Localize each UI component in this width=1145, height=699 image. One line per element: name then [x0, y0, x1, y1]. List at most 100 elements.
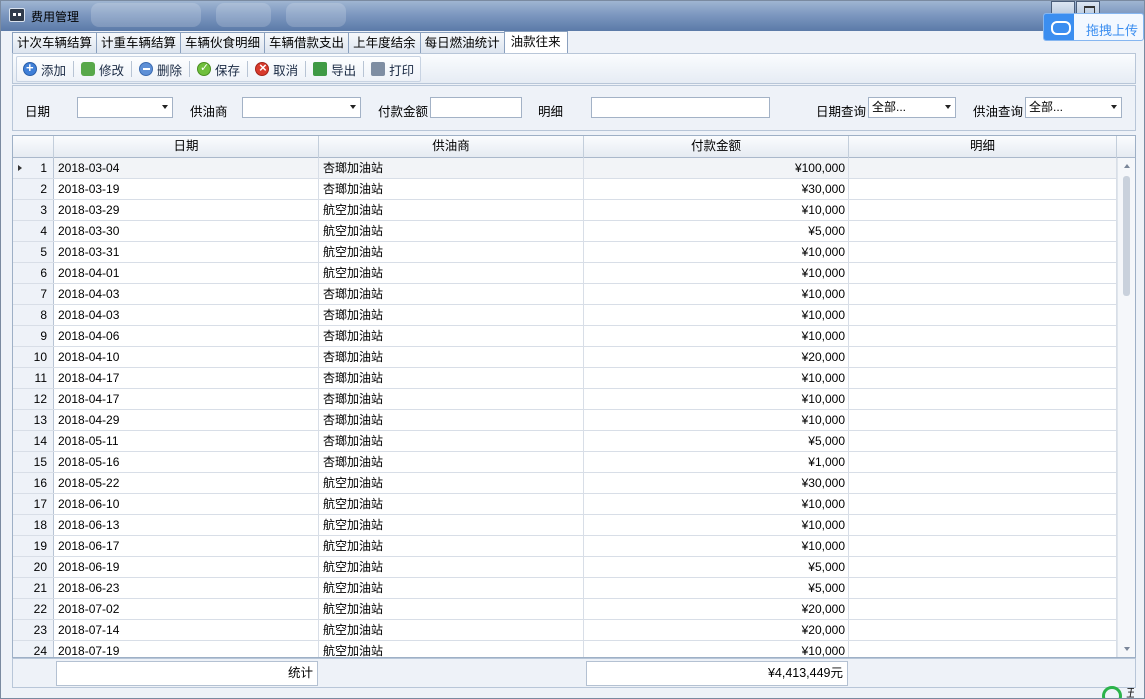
cell-date[interactable]: 2018-04-03 — [54, 305, 319, 325]
cell-date[interactable]: 2018-04-17 — [54, 389, 319, 409]
cell-supplier[interactable]: 航空加油站 — [319, 557, 584, 577]
cell-supplier[interactable]: 杏瑯加油站 — [319, 347, 584, 367]
cell-detail[interactable] — [849, 347, 1117, 367]
cell-detail[interactable] — [849, 494, 1117, 514]
tab-daily-fuel[interactable]: 每日燃油统计 — [419, 32, 505, 53]
cell-detail[interactable] — [849, 242, 1117, 262]
cell-supplier[interactable]: 航空加油站 — [319, 494, 584, 514]
table-row[interactable]: 9 2018-04-06 杏瑯加油站 ¥10,000 — [13, 326, 1117, 347]
table-row[interactable]: 6 2018-04-01 航空加油站 ¥10,000 — [13, 263, 1117, 284]
date-picker[interactable] — [77, 97, 173, 118]
table-row[interactable]: 19 2018-06-17 航空加油站 ¥10,000 — [13, 536, 1117, 557]
column-header-amount[interactable]: 付款金额 — [584, 136, 849, 158]
cell-supplier[interactable]: 杏瑯加油站 — [319, 305, 584, 325]
table-row[interactable]: 15 2018-05-16 杏瑯加油站 ¥1,000 — [13, 452, 1117, 473]
cell-date[interactable]: 2018-03-30 — [54, 221, 319, 241]
table-row[interactable]: 11 2018-04-17 杏瑯加油站 ¥10,000 — [13, 368, 1117, 389]
cell-amount[interactable]: ¥5,000 — [584, 431, 849, 451]
cell-detail[interactable] — [849, 410, 1117, 430]
table-row[interactable]: 7 2018-04-03 杏瑯加油站 ¥10,000 — [13, 284, 1117, 305]
cell-amount[interactable]: ¥10,000 — [584, 389, 849, 409]
cell-date[interactable]: 2018-06-13 — [54, 515, 319, 535]
drag-upload-button[interactable]: 拖拽上传 — [1043, 13, 1144, 41]
cell-amount[interactable]: ¥10,000 — [584, 242, 849, 262]
cell-detail[interactable] — [849, 599, 1117, 619]
cell-amount[interactable]: ¥30,000 — [584, 179, 849, 199]
supplier-select[interactable] — [242, 97, 361, 118]
cell-date[interactable]: 2018-06-10 — [54, 494, 319, 514]
cell-amount[interactable]: ¥20,000 — [584, 347, 849, 367]
cell-supplier[interactable]: 杏瑯加油站 — [319, 452, 584, 472]
table-row[interactable]: 23 2018-07-14 航空加油站 ¥20,000 — [13, 620, 1117, 641]
cell-date[interactable]: 2018-04-29 — [54, 410, 319, 430]
cell-supplier[interactable]: 航空加油站 — [319, 578, 584, 598]
cell-detail[interactable] — [849, 536, 1117, 556]
cell-amount[interactable]: ¥20,000 — [584, 620, 849, 640]
table-row[interactable]: 3 2018-03-29 航空加油站 ¥10,000 — [13, 200, 1117, 221]
cell-supplier[interactable]: 杏瑯加油站 — [319, 284, 584, 304]
cell-supplier[interactable]: 杏瑯加油站 — [319, 389, 584, 409]
cell-amount[interactable]: ¥10,000 — [584, 494, 849, 514]
cell-supplier[interactable]: 杏瑯加油站 — [319, 179, 584, 199]
cell-amount[interactable]: ¥10,000 — [584, 263, 849, 283]
scroll-up-icon[interactable] — [1124, 164, 1130, 168]
cell-supplier[interactable]: 航空加油站 — [319, 200, 584, 220]
cell-amount[interactable]: ¥1,000 — [584, 452, 849, 472]
cell-supplier[interactable]: 航空加油站 — [319, 221, 584, 241]
cell-date[interactable]: 2018-04-03 — [54, 284, 319, 304]
cell-date[interactable]: 2018-05-22 — [54, 473, 319, 493]
cell-amount[interactable]: ¥100,000 — [584, 158, 849, 178]
cell-amount[interactable]: ¥20,000 — [584, 599, 849, 619]
cell-amount[interactable]: ¥10,000 — [584, 536, 849, 556]
cell-detail[interactable] — [849, 389, 1117, 409]
cell-supplier[interactable]: 航空加油站 — [319, 641, 584, 657]
cell-date[interactable]: 2018-03-19 — [54, 179, 319, 199]
table-row[interactable]: 24 2018-07-19 航空加油站 ¥10,000 — [13, 641, 1117, 657]
cell-date[interactable]: 2018-07-02 — [54, 599, 319, 619]
cell-amount[interactable]: ¥10,000 — [584, 326, 849, 346]
table-row[interactable]: 12 2018-04-17 杏瑯加油站 ¥10,000 — [13, 389, 1117, 410]
table-row[interactable]: 18 2018-06-13 航空加油站 ¥10,000 — [13, 515, 1117, 536]
cell-date[interactable]: 2018-04-06 — [54, 326, 319, 346]
cell-amount[interactable]: ¥5,000 — [584, 578, 849, 598]
tab-vehicle-loans[interactable]: 车辆借款支出 — [264, 32, 350, 53]
cell-amount[interactable]: ¥10,000 — [584, 200, 849, 220]
scrollbar-thumb[interactable] — [1123, 176, 1130, 296]
date-query-select[interactable]: 全部... — [868, 97, 956, 118]
cell-date[interactable]: 2018-06-23 — [54, 578, 319, 598]
amount-input[interactable] — [430, 97, 522, 118]
cell-amount[interactable]: ¥10,000 — [584, 410, 849, 430]
cell-date[interactable]: 2018-05-11 — [54, 431, 319, 451]
table-row[interactable]: 16 2018-05-22 航空加油站 ¥30,000 — [13, 473, 1117, 494]
cell-date[interactable]: 2018-07-19 — [54, 641, 319, 657]
cell-amount[interactable]: ¥10,000 — [584, 641, 849, 657]
cell-supplier[interactable]: 航空加油站 — [319, 473, 584, 493]
cell-date[interactable]: 2018-06-19 — [54, 557, 319, 577]
detail-input[interactable] — [591, 97, 770, 118]
cell-detail[interactable] — [849, 326, 1117, 346]
delete-button[interactable]: 删除 — [135, 58, 186, 80]
column-header-detail[interactable]: 明细 — [849, 136, 1117, 158]
table-row[interactable]: 21 2018-06-23 航空加油站 ¥5,000 — [13, 578, 1117, 599]
table-row[interactable]: 1 2018-03-04 杏瑯加油站 ¥100,000 — [13, 158, 1117, 179]
table-row[interactable]: 13 2018-04-29 杏瑯加油站 ¥10,000 — [13, 410, 1117, 431]
cell-detail[interactable] — [849, 221, 1117, 241]
cell-amount[interactable]: ¥10,000 — [584, 368, 849, 388]
cancel-button[interactable]: 取消 — [251, 58, 302, 80]
cell-date[interactable]: 2018-03-29 — [54, 200, 319, 220]
cell-amount[interactable]: ¥10,000 — [584, 284, 849, 304]
cell-detail[interactable] — [849, 620, 1117, 640]
cell-supplier[interactable]: 杏瑯加油站 — [319, 158, 584, 178]
tab-weight-vehicle[interactable]: 计重车辆结算 — [96, 32, 182, 53]
cell-amount[interactable]: ¥5,000 — [584, 557, 849, 577]
cell-detail[interactable] — [849, 578, 1117, 598]
cell-detail[interactable] — [849, 284, 1117, 304]
supplier-query-select[interactable]: 全部... — [1025, 97, 1122, 118]
cell-supplier[interactable]: 航空加油站 — [319, 263, 584, 283]
export-button[interactable]: 导出 — [309, 58, 360, 80]
cell-supplier[interactable]: 航空加油站 — [319, 536, 584, 556]
print-button[interactable]: 打印 — [367, 58, 418, 80]
add-button[interactable]: 添加 — [19, 58, 70, 80]
edit-button[interactable]: 修改 — [77, 58, 128, 80]
vertical-scrollbar[interactable] — [1117, 158, 1135, 657]
